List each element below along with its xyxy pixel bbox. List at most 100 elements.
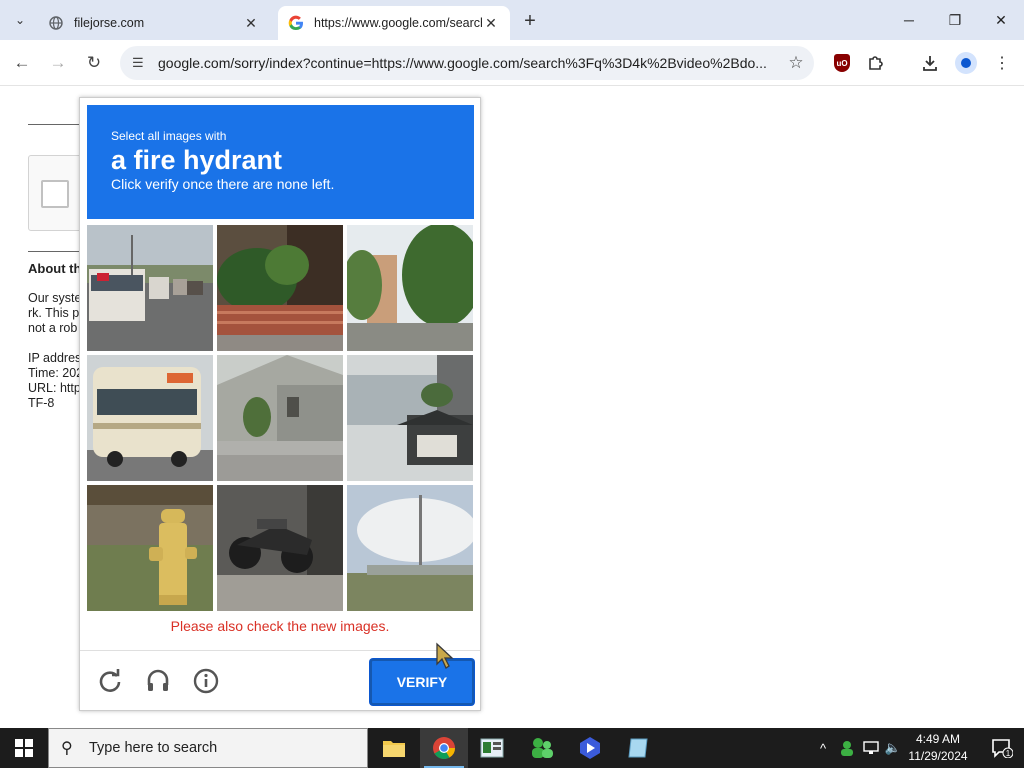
tray-people-icon[interactable]	[836, 728, 858, 768]
new-tab-button[interactable]: +	[518, 9, 542, 33]
windows-icon	[15, 739, 33, 757]
extensions-button[interactable]	[862, 49, 890, 77]
notification-count: 1	[1006, 749, 1011, 758]
taskbar-app-notes[interactable]	[614, 728, 662, 768]
url-text[interactable]: google.com/sorry/index?continue=https://…	[158, 55, 778, 71]
people-icon	[532, 738, 553, 758]
google-icon	[288, 15, 304, 31]
captcha-tile[interactable]	[347, 485, 473, 611]
info-text-line: not a rob	[28, 321, 78, 335]
taskbar-chrome[interactable]	[420, 728, 468, 768]
chevron-up-icon: ^	[819, 740, 827, 756]
clock-time: 4:49 AM	[915, 732, 961, 746]
mouse-cursor-icon	[436, 642, 454, 669]
arrow-right-icon: →	[49, 53, 67, 72]
captcha-error-message: Please also check the new images.	[170, 618, 390, 634]
reload-button[interactable]: ↻	[80, 49, 108, 77]
close-tab-icon[interactable]: ✕	[242, 14, 260, 32]
forward-button[interactable]: →	[44, 49, 72, 77]
search-placeholder: Type here to search	[89, 740, 218, 756]
taskbar-app-media[interactable]	[566, 728, 614, 768]
reload-challenge-button[interactable]	[94, 665, 126, 697]
minimize-button[interactable]: ─	[886, 0, 932, 40]
reload-icon	[99, 669, 121, 692]
start-button[interactable]	[0, 728, 48, 768]
reload-icon: ↻	[86, 53, 102, 72]
network-icon[interactable]	[860, 728, 882, 768]
tab-google[interactable]: https://www.google.com/search ✕	[278, 6, 510, 40]
folder-icon	[383, 741, 405, 757]
downloads-button[interactable]	[916, 49, 944, 77]
info-text-line: IP addres	[28, 351, 80, 365]
captcha-tile[interactable]	[347, 225, 473, 351]
restore-icon: ❐	[948, 11, 962, 28]
help-button[interactable]	[190, 665, 222, 697]
search-icon: ⚲	[61, 740, 73, 757]
notification-icon: 1	[992, 739, 1013, 758]
taskbar: ⚲ Type here to search ^ 🔈 4:49 AM 11/29/…	[0, 728, 1024, 768]
chevron-down-icon: ⌄	[14, 13, 26, 27]
info-text-line: Our syste	[28, 291, 80, 305]
info-text-line: Time: 202	[28, 366, 80, 380]
plus-icon: +	[524, 9, 536, 32]
verify-button[interactable]: VERIFY	[370, 659, 474, 705]
site-settings-icon[interactable]: ☰	[132, 55, 150, 71]
globe-icon	[48, 15, 64, 31]
captcha-challenge: Select all images with a fire hydrant Cl…	[79, 97, 481, 711]
taskbar-app-people[interactable]	[518, 728, 566, 768]
arrow-left-icon: ←	[13, 53, 31, 72]
puzzle-icon	[869, 56, 883, 70]
media-app-icon	[580, 737, 600, 759]
tab-search-button[interactable]: ⌄	[8, 8, 32, 32]
taskbar-clock[interactable]: 4:49 AM 11/29/2024	[900, 731, 976, 765]
show-hidden-icons[interactable]: ^	[812, 728, 834, 768]
avatar-icon	[955, 52, 977, 74]
ublock-icon: uO	[834, 54, 850, 72]
captcha-footer: VERIFY	[80, 650, 480, 710]
chrome-icon	[433, 737, 455, 759]
taskbar-app-window[interactable]	[468, 728, 516, 768]
about-heading: About th	[28, 261, 80, 276]
instruction-target: a fire hydrant	[111, 145, 283, 175]
address-bar[interactable]: ☰ google.com/sorry/index?continue=https:…	[120, 46, 814, 80]
more-vert-icon: ⋮	[994, 55, 1010, 72]
close-icon: ✕	[995, 11, 1007, 28]
captcha-tile[interactable]	[217, 485, 343, 611]
info-icon	[193, 668, 219, 694]
captcha-tile[interactable]	[217, 355, 343, 481]
instruction-sub: Click verify once there are none left.	[111, 176, 335, 192]
back-button[interactable]: ←	[8, 49, 36, 77]
restore-button[interactable]: ❐	[932, 0, 978, 40]
headphones-icon	[147, 669, 169, 691]
tab-strip: ⌄ filejorse.com ✕ https://www.google.com…	[0, 0, 1024, 40]
info-text-line: TF-8	[28, 396, 55, 410]
close-tab-icon[interactable]: ✕	[482, 14, 500, 32]
recaptcha-checkbox[interactable]	[41, 180, 69, 208]
tab-title: https://www.google.com/search	[314, 16, 482, 30]
bookmark-star-icon[interactable]: ☆	[778, 53, 814, 73]
ublock-extension-button[interactable]: uO	[828, 49, 856, 77]
browser-toolbar: ← → ↻ ☰ google.com/sorry/index?continue=…	[0, 40, 1024, 86]
info-text-line: URL: http	[28, 381, 80, 395]
menu-button[interactable]: ⋮	[988, 49, 1016, 77]
captcha-tile[interactable]	[87, 485, 213, 611]
tab-filejorse[interactable]: filejorse.com ✕	[38, 6, 270, 40]
taskbar-search-box[interactable]: ⚲ Type here to search	[48, 728, 368, 768]
taskbar-file-explorer[interactable]	[370, 728, 418, 768]
download-icon	[923, 56, 937, 71]
close-window-button[interactable]: ✕	[978, 0, 1024, 40]
tab-title: filejorse.com	[74, 16, 145, 30]
audio-challenge-button[interactable]	[142, 665, 174, 697]
notification-center-button[interactable]: 1	[980, 728, 1024, 768]
notes-icon	[628, 738, 648, 758]
captcha-tile[interactable]	[217, 225, 343, 351]
minimize-icon: ─	[904, 12, 914, 28]
profile-button[interactable]	[952, 49, 980, 77]
captcha-tile[interactable]	[87, 225, 213, 351]
info-text-line: rk. This p	[28, 306, 80, 320]
captcha-image-grid	[87, 225, 474, 612]
captcha-tile[interactable]	[347, 355, 473, 481]
app-window-icon	[480, 738, 504, 758]
captcha-tile[interactable]	[87, 355, 213, 481]
captcha-instructions: Select all images with a fire hydrant Cl…	[87, 105, 474, 219]
